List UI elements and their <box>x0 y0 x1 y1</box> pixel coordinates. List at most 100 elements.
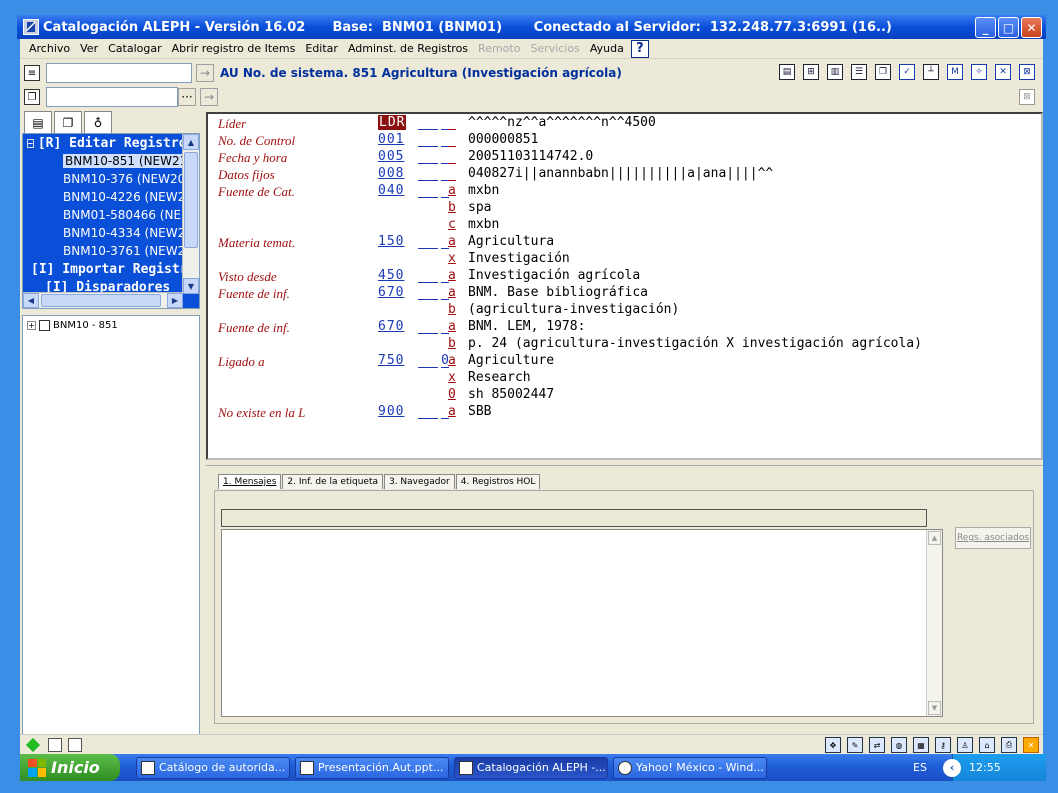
tree-item[interactable]: BNM10-4226 (NEW2 <box>23 188 183 206</box>
subfield-code[interactable]: 0 <box>448 387 456 402</box>
subfield-code[interactable]: b <box>448 302 456 317</box>
menu-editar[interactable]: Editar <box>300 42 343 55</box>
field-value[interactable]: Agriculture <box>468 353 554 368</box>
subfield-code[interactable]: a <box>448 268 456 283</box>
record-field-row[interactable]: b (agricultura-investigación) <box>208 302 1038 319</box>
language-indicator[interactable]: ES <box>913 761 943 774</box>
field-value[interactable]: BNM. Base bibliográfica <box>468 285 648 300</box>
window-titlebar[interactable]: Catalogación ALEPH - Versión 16.02 Base:… <box>17 15 1046 39</box>
check-icon[interactable]: ✓ <box>899 64 915 80</box>
start-button[interactable]: Inicio <box>20 754 120 781</box>
record-field-row[interactable]: c mxbn <box>208 217 1038 234</box>
new-record-icon[interactable]: ❐ <box>24 89 40 105</box>
tab-inf-etiqueta[interactable]: 2. Inf. de la etiqueta <box>282 474 383 489</box>
copy-record-icon[interactable]: ❐ <box>875 64 891 80</box>
field-value[interactable]: Research <box>468 370 531 385</box>
subfield-code[interactable]: a <box>448 183 456 198</box>
field-tag[interactable]: 900 <box>378 404 404 419</box>
record-field-row[interactable]: No existe en la L 900 a SBB <box>208 404 1038 421</box>
tree-horizontal-scrollbar[interactable]: ◀ ▶ <box>23 292 183 308</box>
tree-item[interactable]: BNM10-4334 (NEW2 <box>23 224 183 242</box>
subfield-code[interactable]: a <box>448 285 456 300</box>
field-value[interactable]: (agricultura-investigación) <box>468 302 679 317</box>
record-field-row[interactable]: x Investigación <box>208 251 1038 268</box>
tab-registros-hol[interactable]: 4. Registros HOL <box>455 474 541 489</box>
exit-icon[interactable]: ✕ <box>1023 737 1039 753</box>
field-indicator-1[interactable] <box>418 183 438 198</box>
menu-adminst-registros[interactable]: Adminst. de Registros <box>343 42 473 55</box>
h-scroll-thumb[interactable] <box>41 294 161 307</box>
menu-abrir-registro-items[interactable]: Abrir registro de Items <box>167 42 301 55</box>
search-input-2[interactable] <box>46 87 178 107</box>
tree-item[interactable]: BNM10-376 (NEW20 <box>23 170 183 188</box>
edit-record-icon[interactable]: ▤ <box>779 64 795 80</box>
record-field-row[interactable]: b spa <box>208 200 1038 217</box>
menu-ver[interactable]: Ver <box>75 42 103 55</box>
person-icon[interactable]: ♙ <box>957 737 973 753</box>
subfield-code[interactable]: a <box>448 404 456 419</box>
subfield-code[interactable]: x <box>448 370 456 385</box>
scroll-up-icon[interactable]: ▲ <box>183 134 199 150</box>
collapse-icon[interactable]: − <box>27 138 34 148</box>
field-indicator-1[interactable] <box>418 268 438 283</box>
subfield-code[interactable]: c <box>448 217 456 232</box>
field-value[interactable]: mxbn <box>468 217 499 232</box>
field-tag[interactable]: 750 <box>378 353 404 368</box>
marc-edit-icon[interactable]: ✎ <box>847 737 863 753</box>
printer-icon[interactable]: ⎙ <box>1001 737 1017 753</box>
close-button[interactable]: ✕ <box>1021 17 1042 38</box>
field-value[interactable]: Investigación <box>468 251 570 266</box>
tray-expand-icon[interactable]: ‹ <box>943 758 961 777</box>
help-icon[interactable]: ? <box>630 39 649 58</box>
field-value[interactable]: ^^^^^nz^^a^^^^^^^n^^4500 <box>468 115 656 130</box>
record-field-row[interactable]: Fuente de inf. 670 a BNM. Base bibliográfic… <box>208 285 1038 302</box>
maximize-button[interactable]: □ <box>998 17 1019 38</box>
tree-item[interactable]: − [R] Editar Registros <box>23 134 183 152</box>
subfield-code[interactable] <box>448 166 456 181</box>
swap-icon[interactable]: ⇄ <box>869 737 885 753</box>
table-icon[interactable]: ▦ <box>913 737 929 753</box>
field-tag[interactable]: 001 <box>378 132 404 147</box>
close-pane-icon[interactable]: ⊠ <box>1019 89 1035 105</box>
messages-area[interactable]: ▲ ▼ <box>221 529 943 717</box>
tree-item[interactable]: BNM01-580466 (NE <box>23 206 183 224</box>
field-value[interactable]: p. 24 (agricultura-investigación X inves… <box>468 336 922 351</box>
menu-catalogar[interactable]: Catalogar <box>103 42 167 55</box>
expand-icon[interactable]: + <box>27 321 36 330</box>
record-list-icon[interactable]: ≡ <box>24 65 40 81</box>
tree-item[interactable]: BNM10-3761 (NEW2 <box>23 242 183 260</box>
go-arrow-button-1[interactable]: → <box>196 64 214 82</box>
field-value[interactable]: spa <box>468 200 491 215</box>
navigate-icon[interactable]: ✥ <box>825 737 841 753</box>
tree-branch-icon[interactable] <box>27 283 41 292</box>
regs-asociados-button[interactable]: Regs. asociados <box>955 527 1031 549</box>
field-value[interactable]: sh 85002447 <box>468 387 554 402</box>
record-field-row[interactable]: Fecha y hora 005 20051103114742.0 <box>208 149 1038 166</box>
menu-ayuda[interactable]: Ayuda <box>585 42 629 55</box>
key-icon[interactable]: ⚷ <box>935 737 951 753</box>
field-tag[interactable]: 040 <box>378 183 404 198</box>
field-value[interactable]: BNM. LEM, 1978: <box>468 319 585 334</box>
minimize-button[interactable]: _ <box>975 17 996 38</box>
marc-icon[interactable]: M <box>947 64 963 80</box>
tab-search-binoculars-icon[interactable]: ♁ <box>84 111 112 133</box>
task-yahoo-mexico[interactable]: Yahoo! México - Wind... <box>613 756 767 779</box>
record-field-row[interactable]: Líder LDR ^^^^^nz^^a^^^^^^^n^^4500 <box>208 115 1038 132</box>
scroll-down-icon[interactable]: ▼ <box>928 701 941 715</box>
search-input-1[interactable] <box>46 63 192 83</box>
field-value[interactable]: 000000851 <box>468 132 538 147</box>
task-catalogo-autoridades[interactable]: Catálogo de autorida... <box>136 756 290 779</box>
tree-view-icon[interactable]: ⊞ <box>803 64 819 80</box>
subfield-code[interactable] <box>448 132 456 147</box>
go-arrow-button-2[interactable]: → <box>200 88 218 106</box>
field-tag[interactable]: 450 <box>378 268 404 283</box>
field-tag[interactable]: 670 <box>378 319 404 334</box>
field-tag[interactable]: LDR <box>378 115 407 130</box>
scroll-up-icon[interactable]: ▲ <box>928 531 941 545</box>
status-doc-icon-1[interactable] <box>48 737 62 752</box>
field-indicator-1[interactable] <box>418 115 438 130</box>
field-indicator-1[interactable] <box>418 285 438 300</box>
subfield-code[interactable]: b <box>448 336 456 351</box>
field-indicator-1[interactable] <box>418 404 438 419</box>
field-tag[interactable]: 150 <box>378 234 404 249</box>
